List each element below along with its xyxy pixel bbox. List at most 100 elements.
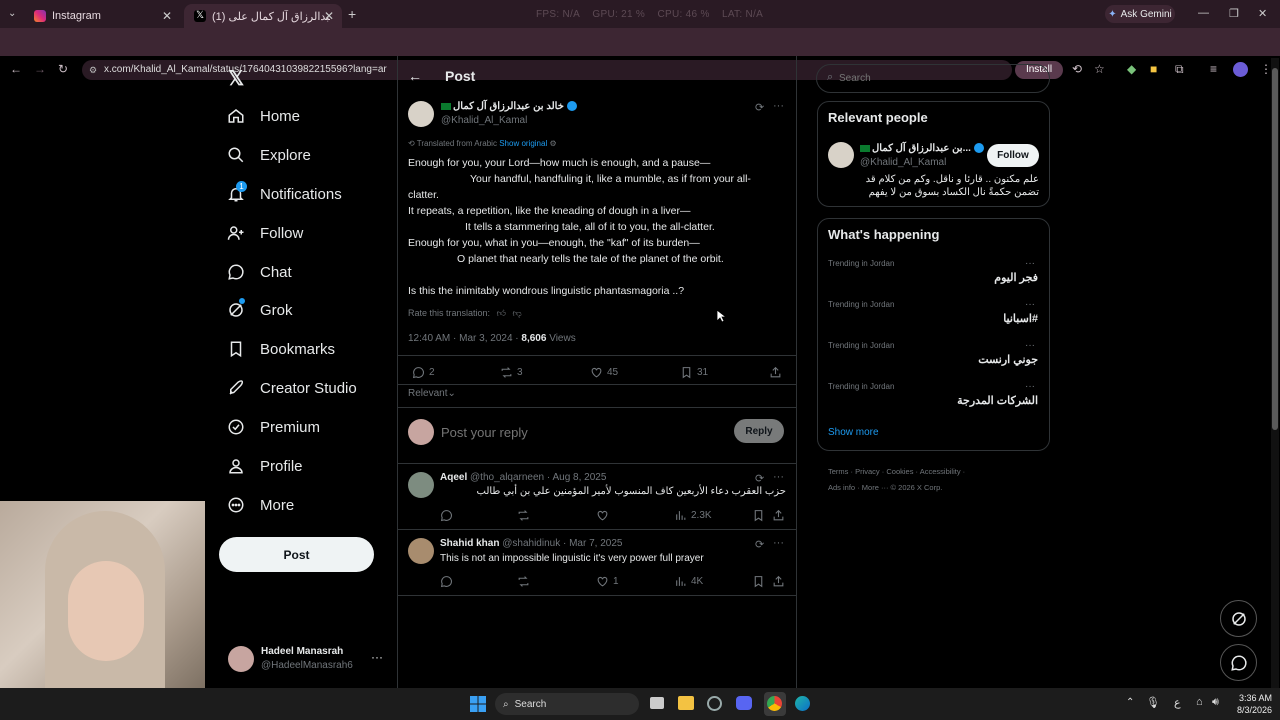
thumbs-down-icon[interactable]: 👎︎ [512, 308, 521, 318]
edge-icon[interactable] [795, 696, 810, 711]
reply-date[interactable]: · Mar 7, 2025 [563, 538, 622, 549]
reply-author-name[interactable]: Aqeel [440, 472, 467, 483]
bookmark-action[interactable] [752, 509, 765, 522]
new-tab-icon[interactable]: + [348, 6, 356, 22]
more-options-icon[interactable]: ··· [1025, 258, 1035, 269]
nav-grok[interactable]: Grok [226, 298, 293, 320]
taskbar-search[interactable]: ⌕ Search [495, 693, 639, 715]
reload-icon[interactable]: ↻ [58, 62, 68, 76]
reply-action[interactable] [440, 575, 457, 588]
nav-follow[interactable]: Follow [226, 223, 303, 243]
back-icon[interactable]: ← [10, 62, 22, 76]
task-view-icon[interactable] [650, 697, 664, 709]
nav-premium[interactable]: Premium [226, 417, 320, 437]
more-options-icon[interactable]: ··· [1025, 340, 1035, 351]
reply-author-name[interactable]: Shahid khan [440, 538, 499, 549]
nav-profile[interactable]: Profile [226, 456, 303, 476]
reply-author-handle[interactable]: @tho_alqarneen [470, 472, 544, 483]
reading-list-icon[interactable]: ≡ [1210, 62, 1217, 76]
nav-more[interactable]: More [226, 495, 294, 515]
thumbs-up-icon[interactable]: 👍︎ [497, 308, 506, 318]
extensions-puzzle-icon[interactable]: ⧉ [1175, 62, 1184, 77]
person-handle[interactable]: @Khalid_Al_Kamal [860, 157, 946, 168]
show-original-link[interactable]: Show original [499, 139, 547, 148]
profile-avatar-icon[interactable] [1233, 62, 1248, 77]
nav-home[interactable]: Home [226, 106, 300, 126]
reply-date[interactable]: · Aug 8, 2025 [547, 472, 607, 483]
grok-analyze-icon[interactable]: ⟳ [755, 538, 764, 551]
discord-icon[interactable] [736, 696, 752, 710]
star-icon[interactable]: ☆ [1094, 62, 1105, 76]
forward-icon[interactable]: → [34, 62, 46, 76]
avatar[interactable] [408, 538, 434, 564]
more-options-icon[interactable]: ··· [773, 537, 784, 549]
footer-link[interactable]: Ads info [828, 483, 855, 492]
post-button[interactable]: Post [219, 537, 374, 572]
footer-link[interactable]: More ··· [862, 483, 889, 492]
x-logo-icon[interactable]: 𝕏 [228, 66, 244, 91]
tab-instagram[interactable]: Instagram ✕ [24, 4, 180, 28]
share-action[interactable] [772, 509, 785, 522]
tab-x-post[interactable]: 𝕏 (1) خالد بن عبدالرزاق آل كمال على ✕ [184, 4, 342, 28]
extension-icon-2[interactable]: ■ [1150, 62, 1157, 76]
reply-action[interactable] [440, 509, 457, 522]
close-tab-icon[interactable]: ✕ [324, 9, 334, 23]
repost-action[interactable] [517, 575, 534, 588]
bookmark-action[interactable] [752, 575, 765, 588]
reply-author-handle[interactable]: @shahidinuk [502, 538, 560, 549]
footer-link[interactable]: Privacy [855, 467, 880, 476]
chrome-icon[interactable] [767, 696, 782, 711]
share-action[interactable] [772, 575, 785, 588]
person-name-row[interactable]: بن عبدالرزاق آل كمال... [860, 143, 984, 154]
grok-analyze-icon[interactable]: ⟳ [755, 101, 764, 114]
avatar[interactable] [408, 472, 434, 498]
minimize-icon[interactable]: — [1198, 7, 1209, 19]
close-tab-icon[interactable]: ✕ [162, 9, 172, 23]
more-options-icon[interactable]: ··· [773, 100, 784, 112]
window-close-icon[interactable]: ✕ [1258, 7, 1267, 20]
nav-notifications[interactable]: 1 Notifications [226, 181, 342, 204]
nav-creator-studio[interactable]: Creator Studio [226, 378, 357, 398]
translate-icon[interactable]: ⟲ [1072, 62, 1082, 76]
like-action[interactable] [596, 509, 613, 522]
back-arrow-icon[interactable]: ← [408, 68, 422, 84]
more-options-icon[interactable]: ··· [773, 471, 784, 483]
footer-link[interactable]: Cookies [886, 467, 913, 476]
microphone-icon[interactable]: 🎙︎ [1146, 696, 1160, 709]
search-input[interactable] [839, 70, 1039, 87]
footer-link[interactable]: Accessibility [920, 467, 961, 476]
like-action[interactable]: 45 [590, 366, 618, 379]
input-language[interactable]: ع [1174, 696, 1181, 709]
scrollbar-thumb[interactable] [1272, 68, 1278, 430]
like-action[interactable]: 1 [596, 575, 619, 588]
search-box[interactable]: ⌕ [816, 64, 1050, 93]
follow-button[interactable]: Follow [987, 144, 1039, 167]
site-info-icon[interactable]: ⚙ [89, 60, 97, 80]
more-icon[interactable]: ··· [371, 650, 383, 664]
more-options-icon[interactable]: ··· [1025, 299, 1035, 310]
account-switcher[interactable]: Hadeel Manasrah @HadeelManasrah6 ··· [226, 644, 396, 674]
settings-icon[interactable]: ⚙ [549, 139, 556, 148]
more-options-icon[interactable]: ··· [1025, 381, 1035, 392]
repost-action[interactable] [517, 509, 534, 522]
scrollbar[interactable] [1271, 58, 1279, 688]
post-timestamp[interactable]: 12:40 AM · Mar 3, 2024 · [408, 333, 519, 344]
person-avatar[interactable] [828, 142, 854, 168]
show-more-link[interactable]: Show more [828, 427, 879, 438]
ask-gemini-button[interactable]: ✦ Ask Gemini [1105, 5, 1175, 23]
grok-float-button[interactable] [1220, 600, 1257, 637]
nav-chat[interactable]: Chat [226, 262, 292, 282]
views-action[interactable]: 4K [674, 575, 703, 588]
views-action[interactable]: 2.3K [674, 509, 712, 522]
nav-bookmarks[interactable]: Bookmarks [226, 339, 335, 359]
author-name-row[interactable]: خالد بن عبدالرزاق آل كمال [441, 101, 577, 112]
file-explorer-icon[interactable] [678, 696, 694, 710]
windows-start-icon[interactable] [470, 696, 486, 712]
reply-input[interactable] [441, 422, 721, 442]
extension-icon[interactable]: ◆ [1127, 62, 1136, 76]
reply-action[interactable]: 2 [412, 366, 435, 379]
grok-analyze-icon[interactable]: ⟳ [755, 472, 764, 485]
tray-chevron-icon[interactable]: ⌃ [1126, 697, 1134, 708]
restore-icon[interactable]: ❐ [1229, 7, 1239, 20]
author-handle[interactable]: @Khalid_Al_Kamal [441, 115, 527, 126]
